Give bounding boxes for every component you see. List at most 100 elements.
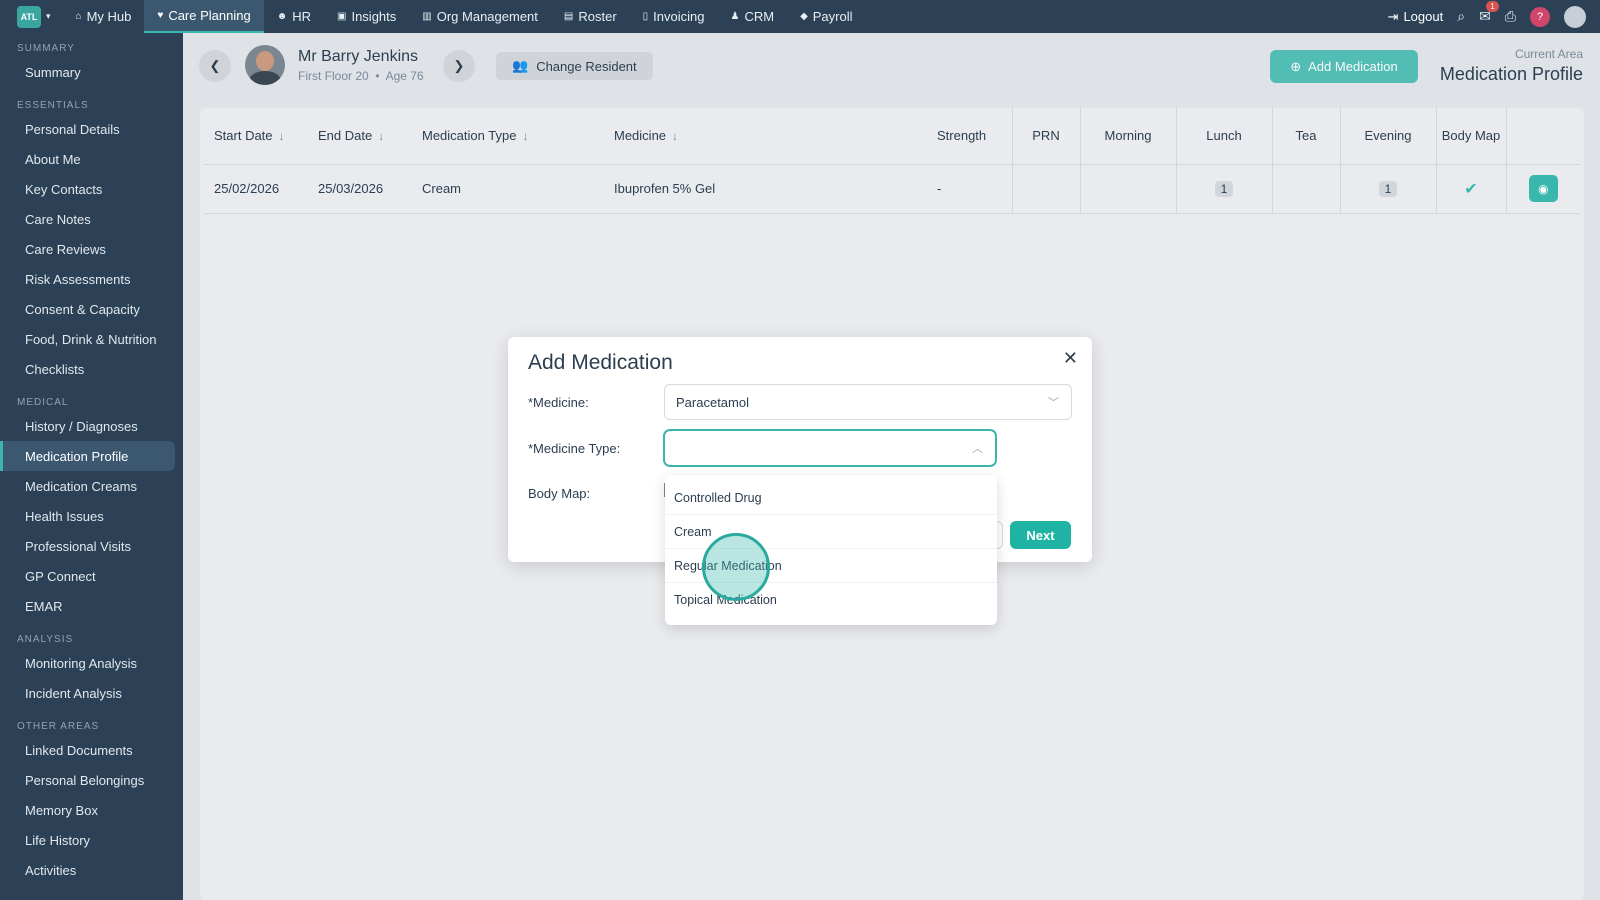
col-evening: Evening xyxy=(1339,108,1436,165)
sidebar-item-gp-connect[interactable]: GP Connect xyxy=(0,561,183,591)
heart-icon: ♥ xyxy=(157,10,164,21)
sidebar-item-personal-belongings[interactable]: Personal Belongings xyxy=(0,765,183,795)
chevron-right-icon: ❯ xyxy=(453,58,465,73)
nav-hr[interactable]: ☻ HR xyxy=(264,0,324,33)
cell-medicine: Ibuprofen 5% Gel xyxy=(604,164,927,214)
nav-payroll[interactable]: ◆ Payroll xyxy=(787,0,865,33)
click-indicator xyxy=(702,533,770,601)
sidebar-item-summary[interactable]: Summary xyxy=(0,57,183,87)
col-actions xyxy=(1505,108,1580,165)
col-medicine[interactable]: Medicine ↓ xyxy=(604,108,927,165)
sidebar-item-linked-documents[interactable]: Linked Documents xyxy=(0,735,183,765)
logout-label: Logout xyxy=(1403,9,1444,24)
nav-invoicing[interactable]: ▯ Invoicing xyxy=(630,0,718,33)
sidebar-item-incident-analysis[interactable]: Incident Analysis xyxy=(0,678,183,708)
print-icon[interactable]: ⎙ xyxy=(1505,8,1516,25)
sidebar-item-about-me[interactable]: About Me xyxy=(0,144,183,174)
search-icon[interactable]: ⌕ xyxy=(1457,8,1465,25)
sidebar-item-professional-visits[interactable]: Professional Visits xyxy=(0,531,183,561)
nav-label: Care Planning xyxy=(168,8,251,23)
nav-right-group: ⇥ Logout ⌕ ✉ 1 ⎙ ? xyxy=(1388,1,1600,28)
col-prn: PRN xyxy=(1011,108,1080,165)
next-resident-button[interactable]: ❯ xyxy=(443,50,475,82)
resident-location: First Floor 20 xyxy=(298,69,369,83)
col-medication-type[interactable]: Medication Type ↓ xyxy=(412,108,604,165)
cell-end-date: 25/03/2026 xyxy=(308,164,412,214)
option-controlled-drug[interactable]: Controlled Drug xyxy=(665,481,997,515)
col-label: End Date xyxy=(318,128,373,144)
prev-resident-button[interactable]: ❮ xyxy=(199,50,231,82)
sidebar-item-food-drink-nutrition[interactable]: Food, Drink & Nutrition xyxy=(0,324,183,354)
help-icon[interactable]: ? xyxy=(1530,6,1550,27)
sidebar: SUMMARY Summary ESSENTIALS Personal Deta… xyxy=(0,33,183,900)
sidebar-item-life-history[interactable]: Life History xyxy=(0,825,183,855)
sidebar-item-personal-details[interactable]: Personal Details xyxy=(0,114,183,144)
sort-arrow-icon: ↓ xyxy=(522,129,529,144)
view-button[interactable]: ◉ xyxy=(1528,175,1558,202)
nav-label: Roster xyxy=(578,9,617,24)
sort-arrow-icon: ↓ xyxy=(378,129,385,144)
mail-badge: 1 xyxy=(1486,1,1499,12)
dose-badge: 1 xyxy=(1215,180,1233,197)
chevron-up-icon: ︿ xyxy=(972,443,983,455)
nav-crm[interactable]: ♟ CRM xyxy=(717,0,787,33)
table-row[interactable]: 25/02/2026 25/03/2026 Cream Ibuprofen 5%… xyxy=(204,164,1580,214)
sort-arrow-icon: ↓ xyxy=(672,129,679,144)
logout-button[interactable]: ⇥ Logout xyxy=(1388,9,1444,25)
nav-label: HR xyxy=(292,9,312,24)
resident-age: Age 76 xyxy=(385,69,424,83)
user-avatar[interactable] xyxy=(1564,5,1586,28)
change-resident-button[interactable]: 👥 Change Resident xyxy=(496,52,653,80)
nav-my-hub[interactable]: ⌂ My Hub xyxy=(63,0,145,33)
user-tie-icon: ♟ xyxy=(730,11,740,22)
app-logo[interactable]: ATL xyxy=(17,5,41,28)
col-body-map: Body Map xyxy=(1435,108,1506,165)
tag-icon: ◆ xyxy=(800,11,808,22)
sidebar-item-care-notes[interactable]: Care Notes xyxy=(0,204,183,234)
nav-org-management[interactable]: ▥ Org Management xyxy=(409,0,551,33)
add-medication-button[interactable]: ⊕ Add Medication xyxy=(1270,50,1418,83)
nav-care-planning[interactable]: ♥ Care Planning xyxy=(144,0,264,33)
col-lunch: Lunch xyxy=(1175,108,1272,165)
next-button[interactable]: Next xyxy=(1010,521,1071,549)
sidebar-item-monitoring-analysis[interactable]: Monitoring Analysis xyxy=(0,648,183,678)
sidebar-item-medication-creams[interactable]: Medication Creams xyxy=(0,471,183,501)
sort-arrow-icon: ↓ xyxy=(278,129,285,144)
col-start-date[interactable]: Start Date ↓ xyxy=(204,108,308,165)
mail-icon[interactable]: ✉ 1 xyxy=(1479,1,1499,25)
sidebar-item-health-issues[interactable]: Health Issues xyxy=(0,501,183,531)
check-icon: ✔ xyxy=(1464,180,1478,198)
medicine-select[interactable]: Paracetamol ﹀ xyxy=(664,384,1072,420)
top-navbar: ATL ▾ ⌂ My Hub ♥ Care Planning ☻ HR ▣ Insigh… xyxy=(0,0,1600,33)
medicine-label: *Medicine: xyxy=(528,395,589,410)
sidebar-item-memory-box[interactable]: Memory Box xyxy=(0,795,183,825)
sidebar-item-checklists[interactable]: Checklists xyxy=(0,354,183,384)
chevron-down-icon[interactable]: ▾ xyxy=(46,11,51,22)
sidebar-section-essentials: ESSENTIALS xyxy=(17,100,89,111)
col-end-date[interactable]: End Date ↓ xyxy=(308,108,412,165)
cell-prn xyxy=(1011,164,1080,214)
nav-label: Payroll xyxy=(812,9,853,24)
sidebar-item-key-contacts[interactable]: Key Contacts xyxy=(0,174,183,204)
sidebar-item-risk-assessments[interactable]: Risk Assessments xyxy=(0,264,183,294)
nav-roster[interactable]: ▤ Roster xyxy=(551,0,630,33)
cell-morning xyxy=(1079,164,1176,214)
sidebar-item-medication-profile[interactable]: Medication Profile xyxy=(0,441,175,471)
nav-insights[interactable]: ▣ Insights xyxy=(324,0,409,33)
cell-medication-type: Cream xyxy=(412,164,604,214)
logout-icon: ⇥ xyxy=(1387,8,1399,24)
body-map-label: Body Map: xyxy=(528,486,591,501)
sidebar-item-activities[interactable]: Activities xyxy=(0,855,183,885)
close-icon[interactable]: ✕ xyxy=(1063,348,1078,369)
sidebar-item-consent-capacity[interactable]: Consent & Capacity xyxy=(0,294,183,324)
users-icon: 👥 xyxy=(512,58,529,73)
nav-label: Insights xyxy=(351,9,397,24)
cell-start-date: 25/02/2026 xyxy=(204,164,308,214)
sidebar-item-care-reviews[interactable]: Care Reviews xyxy=(0,234,183,264)
medicine-type-select[interactable]: ︿ xyxy=(664,430,996,466)
sidebar-item-history-diagnoses[interactable]: History / Diagnoses xyxy=(0,411,183,441)
sidebar-item-emar[interactable]: EMAR xyxy=(0,591,183,621)
modal-title: Add Medication xyxy=(528,351,673,374)
calendar-icon: ▤ xyxy=(563,11,574,22)
col-label: Medicine xyxy=(614,128,667,144)
